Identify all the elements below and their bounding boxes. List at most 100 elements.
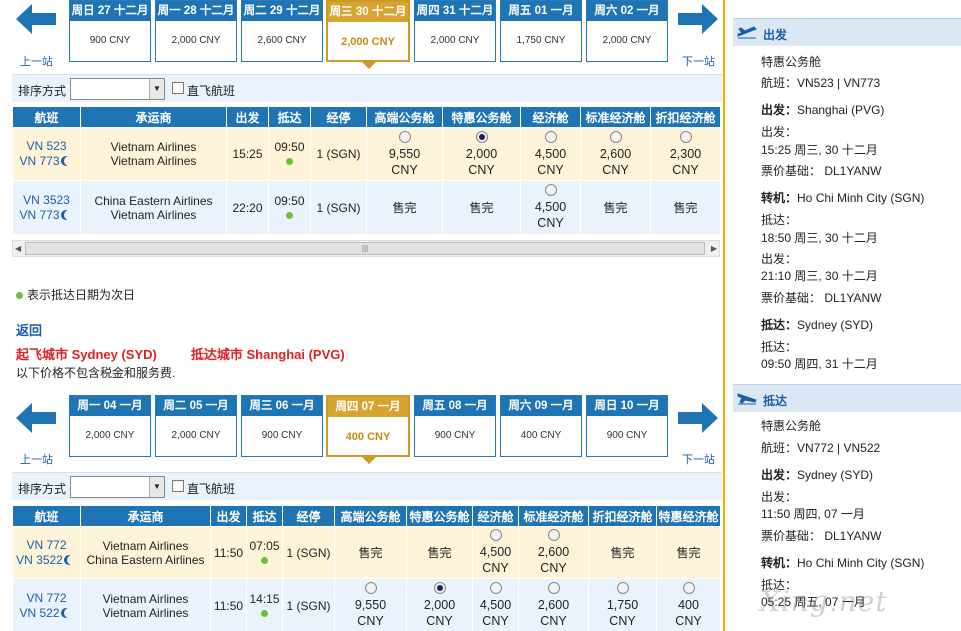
- return-title: 返回: [16, 323, 43, 338]
- fare-currency: CNY: [482, 561, 509, 575]
- depart-from: 出发：Shanghai (PVG): [761, 103, 885, 117]
- itinerary-summary-panel: 出发 特惠公务舱 航班：VN523 | VN773 出发：Shanghai (P…: [723, 0, 961, 631]
- date-cell[interactable]: 周日 27 十二月 900 CNY: [69, 0, 151, 62]
- fare-radio[interactable]: [679, 130, 692, 143]
- fare-radio-selected[interactable]: [475, 130, 488, 143]
- depart-arr-time: 09:50 周四, 31 十二月: [761, 357, 878, 371]
- date-cell[interactable]: 周四 31 十二月 2,000 CNY: [414, 0, 496, 62]
- date-cell[interactable]: 周五 01 一月 1,750 CNY: [500, 0, 582, 62]
- fare-radio[interactable]: [544, 184, 557, 196]
- fare-price: 2,000: [423, 598, 456, 612]
- watermark: Xing.net: [760, 585, 888, 618]
- date-cell[interactable]: 周日 10 一月 900 CNY: [586, 395, 668, 457]
- col-header: 高端公务舱: [366, 106, 443, 128]
- date-cell-selected[interactable]: 周三 30 十二月 2,000 CNY: [326, 0, 410, 69]
- next-week-link[interactable]: 下一站: [682, 53, 715, 69]
- fare-radio[interactable]: [616, 582, 629, 594]
- tax-note: 以下价格不包含税金和服务费.: [16, 366, 176, 380]
- fare-radio[interactable]: [609, 130, 622, 143]
- fare-radio[interactable]: [682, 582, 695, 594]
- fare-price: 4,500: [479, 545, 512, 559]
- flight-number[interactable]: VN 3523: [13, 193, 80, 208]
- next-week-arrow-icon[interactable]: [676, 401, 720, 435]
- scroll-thumb[interactable]: |||: [25, 242, 705, 255]
- fare-currency: CNY: [468, 162, 495, 177]
- depart-arr-label: 抵达：: [761, 340, 798, 354]
- fare-price: 2,600: [537, 598, 570, 612]
- col-header: 高端公务舱: [334, 505, 407, 527]
- direct-flight-checkbox[interactable]: [172, 82, 184, 94]
- depart-transfer: 转机：Ho Chi Minh City (SGN): [761, 191, 925, 205]
- fare-radio[interactable]: [544, 130, 557, 143]
- col-header: 承运商: [80, 505, 211, 527]
- next-day-dot-icon: [286, 211, 293, 219]
- flight-results: 上一站 周日 27 十二月 900 CNY 周一 28 十二月 2,000 CNY …: [0, 0, 722, 631]
- departure-city: 起飞城市 Sydney (SYD): [16, 347, 157, 362]
- date-cell-selected[interactable]: 周四 07 一月 400 CNY: [326, 395, 410, 464]
- chevron-down-icon[interactable]: ▼: [149, 79, 164, 99]
- date-cell[interactable]: 周六 09 一月 400 CNY: [500, 395, 582, 457]
- prev-week-link[interactable]: 上一站: [20, 53, 53, 69]
- moon-icon: [67, 555, 77, 565]
- date-cell[interactable]: 周五 08 一月 900 CNY: [414, 395, 496, 457]
- transfer-arr-label: 抵达：: [761, 213, 798, 227]
- arrive-dep-time: 11:50 周四, 07 一月: [761, 507, 865, 521]
- date-cell[interactable]: 周一 04 一月 2,000 CNY: [69, 395, 151, 457]
- sort-select[interactable]: ▼: [70, 78, 165, 100]
- fare-radio[interactable]: [398, 130, 411, 143]
- arrive-dep-label: 出发：: [761, 490, 798, 504]
- arrive-time: 09:50: [274, 140, 305, 154]
- fare-radio-selected[interactable]: [433, 582, 446, 594]
- flight-number[interactable]: VN 523: [13, 139, 80, 154]
- fare-currency: CNY: [426, 614, 453, 628]
- stops: 1 (SGN): [282, 526, 335, 579]
- date-cell[interactable]: 周二 29 十二月 2,600 CNY: [241, 0, 323, 62]
- horizontal-scrollbar[interactable]: ◀ ||| ▶: [12, 240, 720, 257]
- depart-cabin: 特惠公务舱: [761, 55, 822, 69]
- fare-price: 4,500: [534, 146, 567, 161]
- arrive-from: 出发：Sydney (SYD): [761, 468, 874, 482]
- next-day-dot-icon: [286, 158, 293, 165]
- prev-week-arrow-icon[interactable]: [14, 2, 58, 36]
- col-header: 标准经济舱: [518, 505, 589, 527]
- date-cell[interactable]: 周二 05 一月 2,000 CNY: [155, 395, 237, 457]
- depart-fare-basis-2: 票价基础： DL1YANW: [761, 291, 882, 305]
- sort-select[interactable]: ▼: [70, 476, 165, 498]
- col-header: 出发: [226, 106, 269, 128]
- col-header: 航班: [12, 505, 81, 527]
- chevron-down-icon[interactable]: ▼: [149, 477, 164, 497]
- prev-week-link[interactable]: 上一站: [20, 451, 53, 467]
- depart-flight: 航班：VN523 | VN773: [761, 76, 881, 90]
- sort-label: 排序方式: [18, 482, 67, 496]
- flight-number[interactable]: VN 773: [19, 154, 59, 168]
- date-cell[interactable]: 周一 28 十二月 2,000 CNY: [155, 0, 237, 62]
- fare-radio[interactable]: [489, 529, 502, 541]
- next-week-arrow-icon[interactable]: [676, 2, 720, 36]
- fare-radio[interactable]: [364, 582, 377, 594]
- fare-radio[interactable]: [489, 582, 502, 594]
- sold-out: 售完: [334, 526, 407, 579]
- fare-price: 4,500: [479, 598, 512, 612]
- direct-flight-checkbox[interactable]: [172, 480, 184, 492]
- date-cell[interactable]: 周六 02 一月 2,000 CNY: [586, 0, 668, 62]
- flight-number[interactable]: VN 773: [19, 208, 59, 222]
- arrive-section-header: 抵达: [733, 384, 961, 412]
- flight-number[interactable]: VN 3522: [16, 553, 63, 567]
- prev-week-arrow-icon[interactable]: [14, 401, 58, 435]
- date-cell[interactable]: 周三 06 一月 900 CNY: [241, 395, 323, 457]
- flight-number[interactable]: VN 772: [13, 591, 80, 606]
- fare-radio[interactable]: [547, 529, 560, 541]
- flight-number[interactable]: VN 522: [19, 606, 59, 620]
- scroll-left-icon[interactable]: ◀: [15, 244, 21, 253]
- direct-flight-label: 直飞航班: [187, 84, 236, 98]
- fare-currency: CNY: [357, 614, 384, 628]
- direct-flight-label: 直飞航班: [187, 482, 236, 496]
- sold-out: 售完: [588, 526, 657, 579]
- transfer-dep-time: 21:10 周三, 30 十二月: [761, 269, 878, 283]
- next-week-link[interactable]: 下一站: [682, 451, 715, 467]
- stops: 1 (SGN): [310, 180, 367, 235]
- flight-number[interactable]: VN 772: [13, 538, 80, 553]
- outbound-sort-bar: 排序方式 ▼ 直飞航班: [12, 74, 722, 102]
- fare-radio[interactable]: [547, 582, 560, 594]
- scroll-right-icon[interactable]: ▶: [711, 244, 717, 253]
